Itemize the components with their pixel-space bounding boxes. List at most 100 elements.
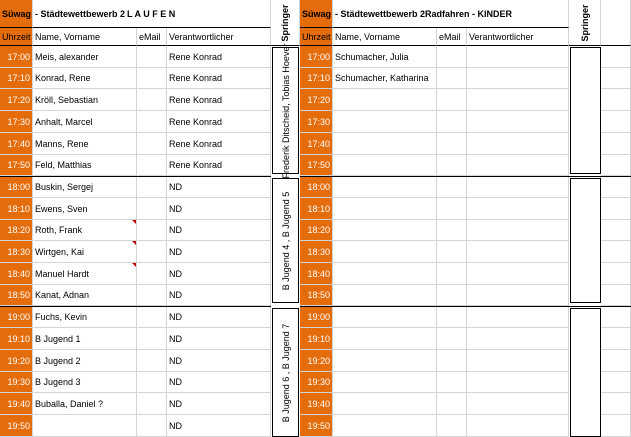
left-cell-time[interactable]: 18:30 [0, 241, 33, 263]
right-cell-resp[interactable] [467, 241, 569, 263]
right-cell-name[interactable] [333, 89, 437, 111]
left-cell-time[interactable]: 17:20 [0, 89, 33, 111]
right-cell-time[interactable]: 18:20 [300, 220, 333, 241]
left-cell-time[interactable]: 19:50 [0, 415, 33, 437]
right-cell-time[interactable]: 18:40 [300, 263, 333, 285]
right-cell-email[interactable] [437, 285, 467, 306]
left-cell-email[interactable] [137, 176, 167, 198]
left-cell-name[interactable]: Buballa, Daniel ? [33, 393, 137, 415]
left-cell-time[interactable]: 17:50 [0, 155, 33, 176]
left-cell-email[interactable] [137, 241, 167, 263]
left-cell-time[interactable]: 19:10 [0, 328, 33, 350]
left-cell-email[interactable] [137, 306, 167, 328]
right-cell-email[interactable] [437, 68, 467, 89]
right-cell-name[interactable] [333, 263, 437, 285]
left-cell-name[interactable]: Kröll, Sebastian [33, 89, 137, 111]
right-cell-extra[interactable] [601, 306, 631, 328]
right-cell-extra[interactable] [601, 68, 631, 89]
right-cell-email[interactable] [437, 306, 467, 328]
left-cell-time[interactable]: 18:10 [0, 198, 33, 220]
left-cell-resp[interactable]: Rene Konrad [167, 46, 271, 68]
left-cell-name[interactable]: Roth, Frank [33, 220, 137, 241]
left-cell-email[interactable] [137, 111, 167, 133]
left-cell-time[interactable]: 18:40 [0, 263, 33, 285]
right-extra-header-cell[interactable] [601, 0, 631, 46]
left-cell-name[interactable]: Kanat, Adnan [33, 285, 137, 306]
right-cell-time[interactable]: 17:50 [300, 155, 333, 176]
right-cell-name[interactable] [333, 415, 437, 437]
left-springer-group-2[interactable]: B Jugend 4 , B Jugend 5 [272, 178, 299, 303]
right-cell-name[interactable] [333, 133, 437, 155]
right-cell-name[interactable]: Schumacher, Katharina [333, 68, 437, 89]
left-cell-name[interactable]: Ewens, Sven [33, 198, 137, 220]
left-cell-time[interactable]: 17:00 [0, 46, 33, 68]
right-cell-time[interactable]: 17:30 [300, 111, 333, 133]
right-cell-extra[interactable] [601, 415, 631, 437]
right-cell-name[interactable] [333, 155, 437, 176]
right-cell-extra[interactable] [601, 198, 631, 220]
left-cell-time[interactable]: 17:10 [0, 68, 33, 89]
left-springer-group-1[interactable]: Frederik Ditscheid, Tobias Hoever [272, 43, 299, 178]
right-cell-resp[interactable] [467, 306, 569, 328]
right-cell-time[interactable]: 19:10 [300, 328, 333, 350]
left-cell-time[interactable]: 18:50 [0, 285, 33, 306]
right-cell-extra[interactable] [601, 263, 631, 285]
comment-indicator-icon[interactable] [132, 263, 136, 267]
right-cell-resp[interactable] [467, 111, 569, 133]
right-cell-time[interactable]: 18:00 [300, 176, 333, 198]
right-cell-time[interactable]: 17:40 [300, 133, 333, 155]
left-cell-name[interactable]: Manuel Hardt [33, 263, 137, 285]
left-cell-name[interactable] [33, 415, 137, 437]
left-cell-resp[interactable]: ND [167, 285, 271, 306]
right-cell-email[interactable] [437, 198, 467, 220]
right-cell-name[interactable] [333, 111, 437, 133]
right-cell-extra[interactable] [601, 241, 631, 263]
right-cell-email[interactable] [437, 328, 467, 350]
right-cell-resp[interactable] [467, 133, 569, 155]
right-cell-name[interactable] [333, 220, 437, 241]
right-cell-resp[interactable] [467, 220, 569, 241]
right-cell-resp[interactable] [467, 68, 569, 89]
left-cell-resp[interactable]: Rene Konrad [167, 155, 271, 176]
right-cell-resp[interactable] [467, 89, 569, 111]
right-cell-resp[interactable] [467, 372, 569, 393]
left-cell-time[interactable]: 19:40 [0, 393, 33, 415]
comment-indicator-icon[interactable] [132, 241, 136, 245]
right-cell-time[interactable]: 19:00 [300, 306, 333, 328]
left-col-email-header[interactable]: eMail [137, 28, 167, 46]
right-springer-header-cell[interactable]: Springer [569, 0, 601, 46]
right-cell-resp[interactable] [467, 46, 569, 68]
right-cell-email[interactable] [437, 46, 467, 68]
right-cell-email[interactable] [437, 220, 467, 241]
right-col-email-header[interactable]: eMail [437, 28, 467, 46]
right-cell-email[interactable] [437, 155, 467, 176]
right-cell-email[interactable] [437, 176, 467, 198]
right-cell-resp[interactable] [467, 328, 569, 350]
left-cell-resp[interactable]: ND [167, 372, 271, 393]
left-cell-resp[interactable]: ND [167, 241, 271, 263]
right-cell-email[interactable] [437, 350, 467, 372]
right-cell-name[interactable] [333, 350, 437, 372]
right-cell-extra[interactable] [601, 111, 631, 133]
left-cell-email[interactable] [137, 46, 167, 68]
right-cell-resp[interactable] [467, 263, 569, 285]
left-cell-resp[interactable]: Rene Konrad [167, 133, 271, 155]
left-springer-group-3[interactable]: B Jugend 6 , B Jugend 7 [272, 308, 299, 437]
left-cell-email[interactable] [137, 263, 167, 285]
right-cell-extra[interactable] [601, 328, 631, 350]
left-cell-email[interactable] [137, 220, 167, 241]
left-cell-resp[interactable]: ND [167, 415, 271, 437]
left-cell-email[interactable] [137, 372, 167, 393]
right-cell-resp[interactable] [467, 415, 569, 437]
left-cell-name[interactable]: B Jugend 2 [33, 350, 137, 372]
left-cell-name[interactable]: B Jugend 3 [33, 372, 137, 393]
left-cell-resp[interactable]: Rene Konrad [167, 89, 271, 111]
left-cell-resp[interactable]: ND [167, 393, 271, 415]
left-cell-name[interactable]: Wirtgen, Kai [33, 241, 137, 263]
left-cell-resp[interactable]: ND [167, 263, 271, 285]
right-cell-email[interactable] [437, 241, 467, 263]
right-cell-extra[interactable] [601, 372, 631, 393]
right-cell-name[interactable] [333, 328, 437, 350]
right-cell-extra[interactable] [601, 350, 631, 372]
right-cell-resp[interactable] [467, 393, 569, 415]
